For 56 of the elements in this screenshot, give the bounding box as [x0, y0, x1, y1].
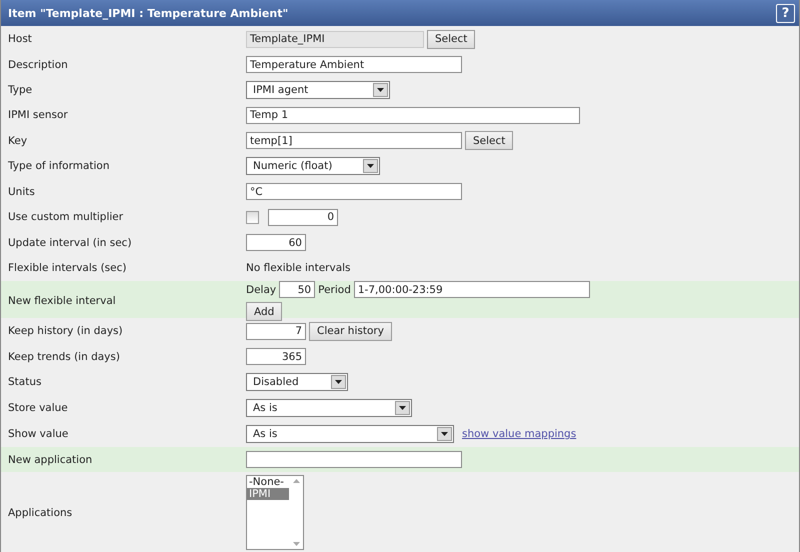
field-label: IPMI sensor	[7, 109, 69, 121]
field-label: New flexible interval	[7, 295, 117, 307]
number-field[interactable]: 0	[268, 208, 338, 226]
dropdown-arrow-icon	[441, 432, 448, 436]
field-label: Keep history (in days)	[7, 325, 124, 337]
field-label: Type of information	[7, 160, 111, 172]
field-label: Type	[7, 84, 34, 96]
field-label: Units	[7, 186, 36, 198]
dropdown[interactable]: Numeric (float)	[246, 157, 380, 175]
field-label: Key	[7, 134, 28, 146]
number-field[interactable]: 7	[246, 322, 306, 340]
value-mappings-link[interactable]: show value mappings	[462, 428, 576, 440]
scroll-up-icon[interactable]	[292, 479, 300, 483]
field-text: Delay	[246, 284, 276, 296]
number-field[interactable]: 60	[246, 234, 306, 251]
field-label: Description	[7, 58, 69, 70]
dropdown-arrow-icon	[367, 164, 374, 168]
text-field[interactable]: temp[1]	[246, 132, 462, 149]
text-field[interactable]	[246, 451, 462, 468]
action-button[interactable]: Add	[246, 302, 282, 321]
number-field[interactable]: 50	[279, 281, 316, 298]
action-button[interactable]: Select	[465, 131, 514, 150]
field-label: Keep trends (in days)	[7, 350, 121, 362]
dropdown-arrow-icon	[377, 88, 384, 92]
field-label: Applications	[7, 506, 74, 518]
list-option[interactable]: -None-	[247, 476, 289, 488]
dropdown-arrow-icon	[335, 380, 342, 384]
field-text: Period	[318, 284, 351, 296]
field-label: Host	[7, 33, 33, 45]
text-field[interactable]: °C	[246, 183, 462, 200]
action-button[interactable]: Clear history	[309, 322, 392, 340]
text-field[interactable]: Temperature Ambient	[246, 56, 462, 73]
field-label: Status	[7, 376, 42, 388]
field-label: Use custom multiplier	[7, 211, 124, 223]
number-field[interactable]: 365	[246, 348, 306, 365]
applications-listbox[interactable]: -None- IPMI	[246, 475, 304, 550]
scroll-down-icon[interactable]	[292, 542, 300, 546]
action-button[interactable]: Select	[427, 30, 476, 48]
text-field[interactable]: Temp 1	[246, 106, 580, 124]
help-icon[interactable]: ?	[776, 4, 795, 22]
field-label: Flexible intervals (sec)	[7, 262, 128, 274]
text-field[interactable]: 1-7,00:00-23:59	[354, 281, 590, 298]
field-label: Store value	[7, 402, 69, 414]
host-field[interactable]: Template_IPMI	[246, 30, 424, 48]
window-title: Item "Template_IPMI : Temperature Ambient"	[8, 6, 288, 20]
list-option[interactable]: IPMI	[247, 488, 289, 500]
field-label: Show value	[7, 428, 70, 440]
dropdown[interactable]: As is	[246, 425, 454, 443]
field-text: No flexible intervals	[246, 262, 351, 274]
field-label: Update interval (in sec)	[7, 236, 133, 248]
dropdown[interactable]: Disabled	[246, 373, 348, 391]
checkbox[interactable]	[246, 210, 259, 224]
dropdown[interactable]: As is	[246, 399, 412, 417]
dropdown[interactable]: IPMI agent	[246, 80, 390, 98]
dropdown-arrow-icon	[399, 406, 406, 410]
field-label: New application	[7, 454, 94, 466]
